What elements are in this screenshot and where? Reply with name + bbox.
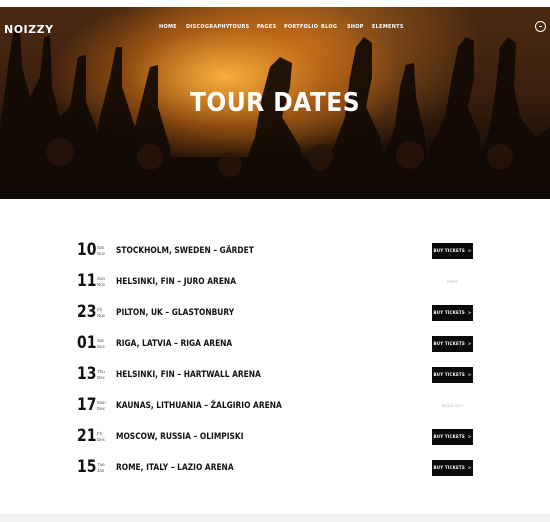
circle-icon[interactable] <box>535 21 546 32</box>
page: NOIZZY HOME DISCOGRAPHY TOURS PAGES PORT… <box>0 0 550 522</box>
ticket-status: FREE <box>446 279 459 284</box>
tour-month: Nov <box>97 282 106 287</box>
tour-row: 15 Tue Jan ROME, ITALY – LAZIO ARENA BUY TIC… <box>77 456 474 487</box>
buy-tickets-button[interactable]: BUY TICKETS > <box>432 243 473 259</box>
tour-month: Dec <box>97 437 106 442</box>
top-bar <box>0 0 550 7</box>
tour-venue[interactable]: ROME, ITALY – LAZIO ARENA <box>116 463 234 473</box>
tour-month: Nov <box>97 251 106 256</box>
nav-item-discography[interactable]: DISCOGRAPHY <box>186 24 230 30</box>
tour-venue[interactable]: HELSINKI, FIN – HARTWALL ARENA <box>116 370 261 380</box>
tour-weekday: Mon <box>97 400 106 405</box>
tour-day: 17 <box>77 395 97 415</box>
tour-weekday: Sun <box>97 276 106 281</box>
tour-month: Dec <box>97 406 106 411</box>
tour-month: Dec <box>97 375 106 380</box>
tour-row: 01 Sat Dec RIGA, LATVIA – RIGA ARENA BUY TIC… <box>77 332 474 363</box>
tour-month: Dec <box>97 344 106 349</box>
buy-tickets-label: BUY TICKETS <box>433 465 465 470</box>
chevron-right-icon: > <box>467 372 472 377</box>
tour-month: Jan <box>97 468 105 473</box>
buy-tickets-label: BUY TICKETS <box>433 248 465 253</box>
tour-weekday: Sat <box>97 245 104 250</box>
nav-item-elements[interactable]: ELEMENTS <box>372 24 404 30</box>
tour-venue[interactable]: MOSCOW, RUSSIA – OLIMPISKI <box>116 432 244 442</box>
buy-tickets-button[interactable]: BUY TICKETS > <box>432 367 473 383</box>
tour-day: 23 <box>77 302 97 322</box>
buy-tickets-label: BUY TICKETS <box>433 434 465 439</box>
buy-tickets-button[interactable]: BUY TICKETS > <box>432 460 473 476</box>
tour-row: 17 Mon Dec KAUNAS, LITHUANIA – ŽALGIRIO ARE… <box>77 394 474 425</box>
nav-item-pages[interactable]: PAGES <box>257 24 276 30</box>
tour-venue[interactable]: RIGA, LATVIA – RIGA ARENA <box>116 339 232 349</box>
tour-row: 13 Thu Dec HELSINKI, FIN – HARTWALL ARENA BU… <box>77 363 474 394</box>
tour-weekday: Tue <box>97 462 105 467</box>
buy-tickets-button[interactable]: BUY TICKETS > <box>432 305 473 321</box>
tour-venue[interactable]: HELSINKI, FIN – JURO ARENA <box>116 277 236 287</box>
tour-day: 10 <box>77 240 97 260</box>
tour-row: 23 Fri Nov PILTON, UK – GLASTONBURY BUY TICK… <box>77 301 474 332</box>
tour-month: Nov <box>97 313 106 318</box>
nav-item-blog[interactable]: BLOG <box>321 24 337 30</box>
page-title: TOUR DATES <box>189 88 361 118</box>
tour-weekday: Sat <box>97 338 104 343</box>
tour-weekday: Fri <box>97 431 103 436</box>
chevron-right-icon: > <box>467 310 472 315</box>
footer-strip <box>0 514 550 522</box>
chevron-right-icon: > <box>467 465 472 470</box>
nav-item-portfolio[interactable]: PORTFOLIO <box>284 24 318 30</box>
buy-tickets-label: BUY TICKETS <box>433 341 465 346</box>
buy-tickets-label: BUY TICKETS <box>433 372 465 377</box>
tour-weekday: Thu <box>97 369 105 374</box>
tour-day: 13 <box>77 364 97 384</box>
chevron-right-icon: > <box>467 248 472 253</box>
chevron-right-icon: > <box>467 341 472 346</box>
tour-day: 11 <box>77 271 97 291</box>
chevron-right-icon: > <box>467 434 472 439</box>
buy-tickets-button[interactable]: BUY TICKETS > <box>432 429 473 445</box>
tour-venue[interactable]: STOCKHOLM, SWEDEN – GÄRDET <box>116 246 254 256</box>
tour-weekday: Fri <box>97 307 103 312</box>
tour-row: 10 Sat Nov STOCKHOLM, SWEDEN – GÄRDET BUY TI… <box>77 239 474 270</box>
nav-item-home[interactable]: HOME <box>159 24 177 30</box>
tour-row: 11 Sun Nov HELSINKI, FIN – JURO ARENA FREE <box>77 270 474 301</box>
nav-item-tours[interactable]: TOURS <box>229 24 249 30</box>
tour-row: 21 Fri Dec MOSCOW, RUSSIA – OLIMPISKI BUY TI… <box>77 425 474 456</box>
tour-day: 01 <box>77 333 97 353</box>
tour-day: 15 <box>77 457 97 477</box>
buy-tickets-button[interactable]: BUY TICKETS > <box>432 336 473 352</box>
tour-venue[interactable]: KAUNAS, LITHUANIA – ŽALGIRIO ARENA <box>116 401 282 411</box>
tour-venue[interactable]: PILTON, UK – GLASTONBURY <box>116 308 234 318</box>
hero-banner: NOIZZY HOME DISCOGRAPHY TOURS PAGES PORT… <box>0 7 550 199</box>
tour-day: 21 <box>77 426 97 446</box>
brand-logo[interactable]: NOIZZY <box>4 23 54 36</box>
nav-item-shop[interactable]: SHOP <box>347 24 364 30</box>
ticket-status: SOLD OUT <box>441 403 464 408</box>
buy-tickets-label: BUY TICKETS <box>433 310 465 315</box>
